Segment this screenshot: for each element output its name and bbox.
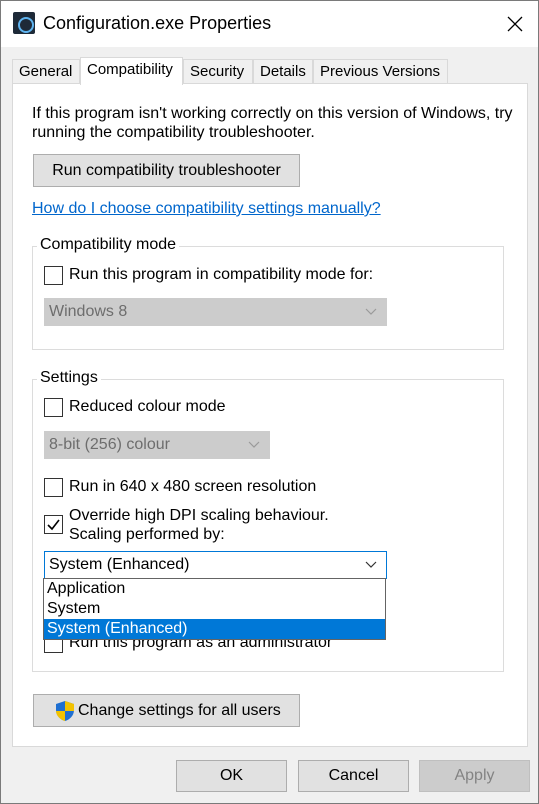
ok-button[interactable]: OK: [176, 760, 287, 792]
dpi-option-system[interactable]: System: [44, 599, 385, 619]
os-version-value: Windows 8: [49, 303, 128, 320]
uac-shield-icon: [56, 700, 74, 721]
change-all-users-button[interactable]: Change settings for all users: [33, 694, 300, 727]
colour-depth-value: 8-bit (256) colour: [49, 436, 170, 453]
os-version-select: Windows 8: [44, 298, 387, 326]
app-icon: [13, 12, 35, 34]
tab-previous-versions[interactable]: Previous Versions: [313, 59, 448, 84]
tab-general[interactable]: General: [12, 59, 80, 84]
compatibility-mode-label: Compatibility mode: [37, 236, 180, 254]
run-640-checkbox[interactable]: [44, 478, 63, 497]
dpi-scaling-select[interactable]: System (Enhanced): [44, 551, 387, 579]
intro-line-1: If this program isn't working correctly …: [32, 105, 513, 122]
override-dpi-label-1: Override high DPI scaling behaviour.: [69, 507, 329, 524]
cancel-button[interactable]: Cancel: [298, 760, 409, 792]
override-dpi-label-2: Scaling performed by:: [69, 526, 225, 543]
dpi-option-application[interactable]: Application: [44, 579, 385, 599]
reduced-colour-checkbox[interactable]: [44, 398, 63, 417]
run-640-label: Run in 640 x 480 screen resolution: [69, 478, 317, 495]
dpi-scaling-dropdown-list: Application System System (Enhanced): [43, 578, 386, 640]
settings-label: Settings: [37, 369, 101, 387]
reduced-colour-label: Reduced colour mode: [69, 398, 226, 415]
apply-button[interactable]: Apply: [419, 760, 530, 792]
close-icon: [507, 16, 523, 32]
tab-compatibility[interactable]: Compatibility: [80, 57, 183, 85]
colour-depth-select: 8-bit (256) colour: [44, 431, 270, 459]
chevron-down-icon: [365, 561, 377, 568]
change-all-users-label: Change settings for all users: [78, 701, 281, 719]
chevron-down-icon: [365, 308, 377, 315]
help-link[interactable]: How do I choose compatibility settings m…: [32, 200, 381, 218]
tab-security[interactable]: Security: [183, 59, 253, 84]
dpi-scaling-value: System (Enhanced): [49, 556, 190, 573]
tab-details[interactable]: Details: [253, 59, 313, 84]
compat-mode-checkbox-label: Run this program in compatibility mode f…: [69, 266, 374, 283]
compatibility-panel: If this program isn't working correctly …: [12, 83, 528, 747]
intro-line-2: running the compatibility troubleshooter…: [32, 124, 315, 141]
window-title: Configuration.exe Properties: [43, 13, 272, 33]
title-bar: Configuration.exe Properties: [1, 1, 538, 47]
override-dpi-checkbox[interactable]: [44, 515, 63, 534]
run-troubleshooter-button[interactable]: Run compatibility troubleshooter: [33, 154, 300, 187]
close-button[interactable]: [492, 1, 538, 47]
checkmark-icon: [47, 519, 60, 531]
compat-mode-checkbox[interactable]: [44, 266, 63, 285]
properties-window: Configuration.exe Properties General Com…: [0, 0, 539, 804]
chevron-down-icon: [248, 441, 260, 448]
dpi-option-system-enhanced[interactable]: System (Enhanced): [44, 619, 385, 639]
